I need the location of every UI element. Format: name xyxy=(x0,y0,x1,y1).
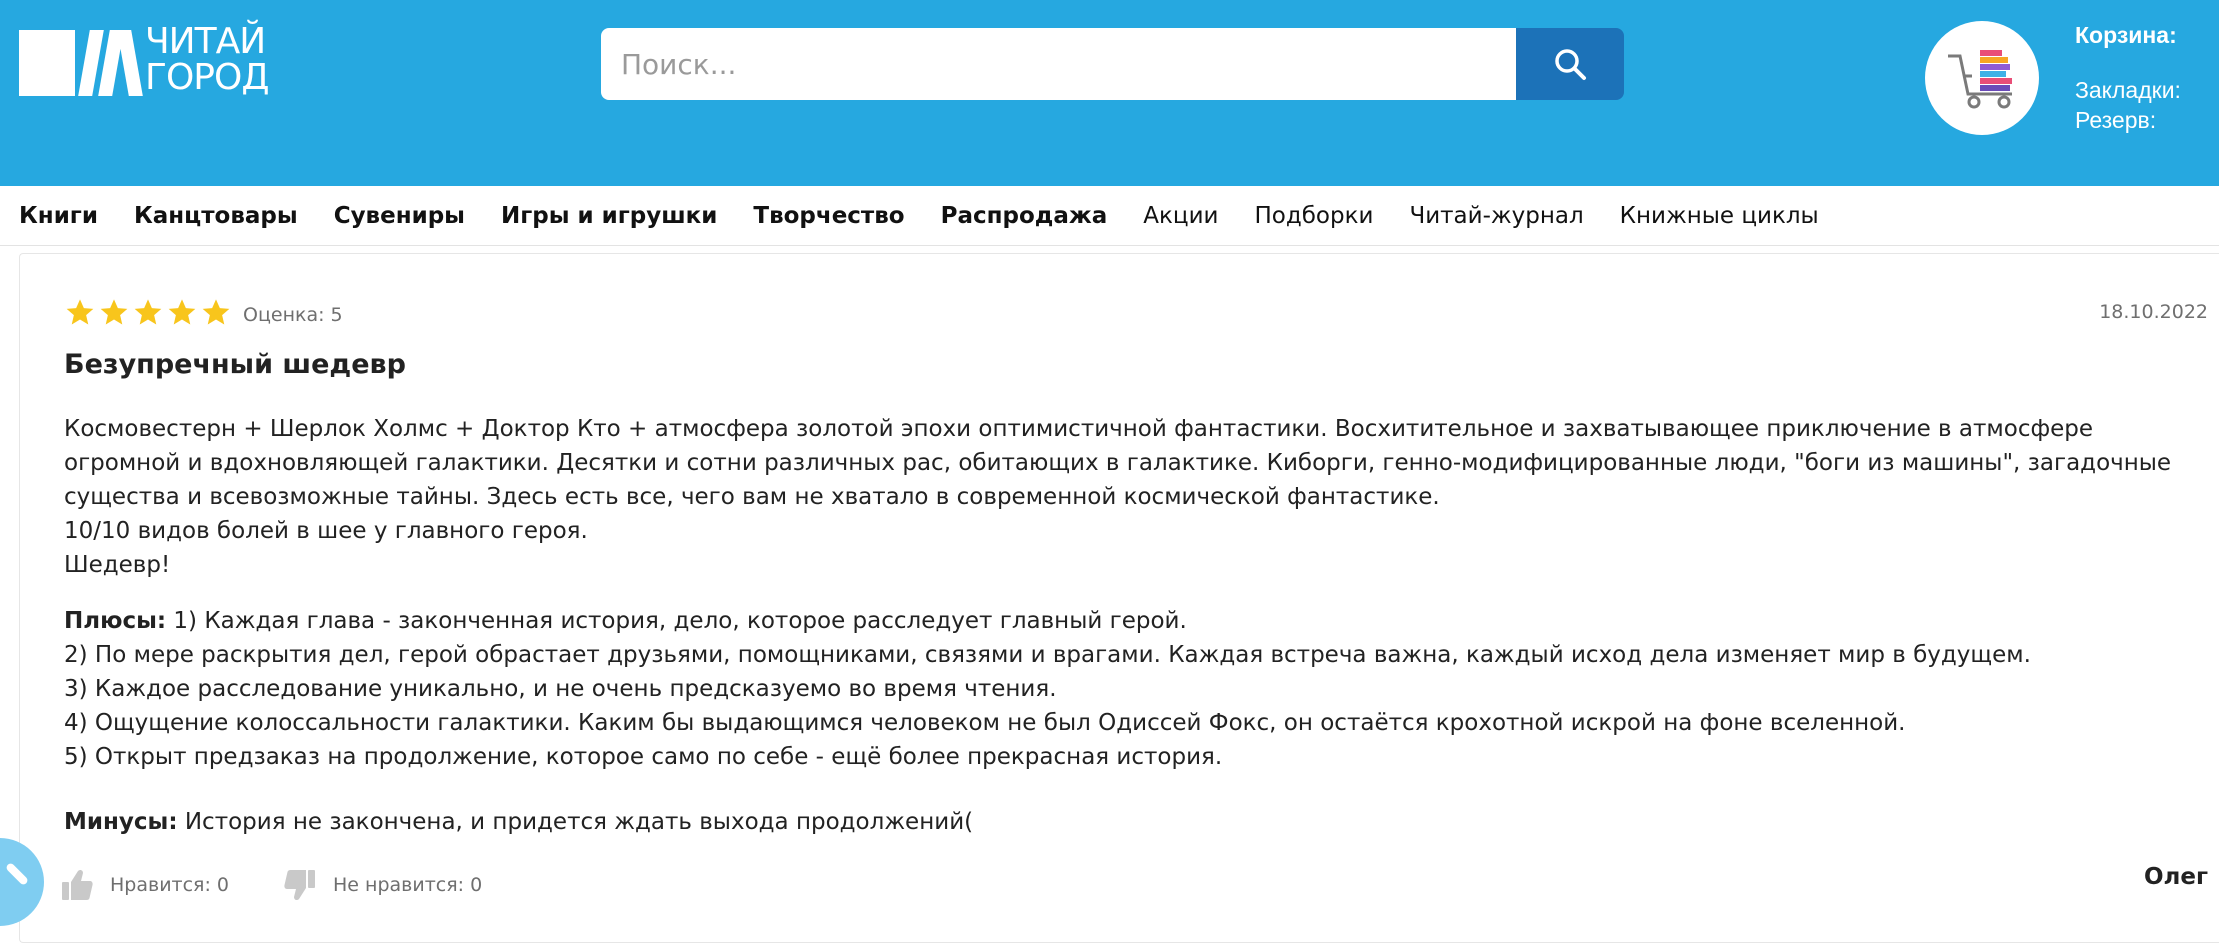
review-author[interactable]: Олег xyxy=(2144,864,2208,890)
pros-item: 4) Ощущение колоссальности галактики. Ка… xyxy=(64,710,1906,736)
review-title: Безупречный шедевр xyxy=(64,349,406,380)
dislikes-count: Не нравится: 0 xyxy=(333,874,483,896)
bookmarks-link[interactable]: Закладки: xyxy=(2075,75,2181,105)
pros-first-line: Плюсы: 1) Каждая глава - законченная ист… xyxy=(64,604,2204,638)
search-input[interactable] xyxy=(601,28,1516,100)
review-pros: Плюсы: 1) Каждая глава - законченная ист… xyxy=(64,604,2204,774)
thumbs-up-icon xyxy=(62,869,93,900)
cons-label: Минусы: xyxy=(64,809,178,835)
nav-item-journal[interactable]: Читай-журнал xyxy=(1409,203,1583,229)
dislike-button[interactable]: Не нравится: 0 xyxy=(283,868,482,902)
nav-item-souvenirs[interactable]: Сувениры xyxy=(334,203,465,229)
nav-item-book-series[interactable]: Книжные циклы xyxy=(1620,203,1819,229)
pros-item: 3) Каждое расследование уникально, и не … xyxy=(64,676,1057,702)
nav-item-books[interactable]: Книги xyxy=(19,203,98,229)
star-icon xyxy=(168,299,196,325)
user-links: Корзина: Закладки: Резерв: xyxy=(2075,22,2181,135)
thumbs-down-icon xyxy=(284,870,315,901)
review-card: Оценка: 5 18.10.2022 Безупречный шедевр … xyxy=(19,253,2219,943)
nav-item-collections[interactable]: Подборки xyxy=(1254,203,1373,229)
star-icon xyxy=(134,299,162,325)
star-icon xyxy=(100,299,128,325)
logo-mark-icon xyxy=(19,20,143,100)
review-body-line: существа и всевозможные тайны. Здесь ест… xyxy=(64,484,1440,510)
site-header: ЧИТАЙ ГОРОД Корзина: Закладки: xyxy=(0,0,2219,186)
cart-link[interactable]: Корзина: xyxy=(2075,22,2181,49)
rating-label: Оценка: 5 xyxy=(243,304,343,326)
site-logo[interactable]: ЧИТАЙ ГОРОД xyxy=(19,20,309,100)
cons-text: История не закончена, и придется ждать в… xyxy=(184,809,974,835)
nav-item-games-toys[interactable]: Игры и игрушки xyxy=(501,203,717,229)
pros-item: 1) Каждая глава - законченная история, д… xyxy=(173,608,1187,634)
like-button[interactable]: Нравится: 0 xyxy=(60,868,229,902)
star-icon xyxy=(202,299,230,325)
cart-icon xyxy=(1948,50,2012,109)
review-date: 18.10.2022 xyxy=(2099,301,2208,323)
likes-count: Нравится: 0 xyxy=(110,874,230,896)
cons-line: Минусы: История не закончена, и придется… xyxy=(64,805,2204,839)
pros-item: 2) По мере раскрытия дел, герой обрастае… xyxy=(64,642,2031,668)
review-body-line: огромной и вдохновляющей галактики. Деся… xyxy=(64,450,2172,476)
logo-text: ЧИТАЙ ГОРОД xyxy=(145,21,269,98)
reserve-link[interactable]: Резерв: xyxy=(2075,105,2181,135)
star-icon xyxy=(66,299,94,325)
review-body: Космовестерн + Шерлок Холмс + Доктор Кто… xyxy=(64,412,2204,582)
review-body-line: Космовестерн + Шерлок Холмс + Доктор Кто… xyxy=(64,416,2094,442)
review-cons: Минусы: История не закончена, и придется… xyxy=(64,805,2204,839)
search-icon xyxy=(1555,49,1586,80)
logo-text-line2: ГОРОД xyxy=(145,57,269,98)
review-body-line: Шедевр! xyxy=(64,552,171,578)
nav-item-creativity[interactable]: Творчество xyxy=(753,203,904,229)
cart-button[interactable] xyxy=(1925,21,2039,135)
rating-stars xyxy=(64,297,232,329)
pros-label: Плюсы: xyxy=(64,608,167,634)
pros-item: 5) Открыт предзаказ на продолжение, кото… xyxy=(64,744,1223,770)
search-bar xyxy=(601,28,1624,100)
nav-item-stationery[interactable]: Канцтовары xyxy=(134,203,298,229)
search-button[interactable] xyxy=(1516,28,1624,100)
review-body-line: 10/10 видов болей в шее у главного героя… xyxy=(64,518,588,544)
logo-text-line1: ЧИТАЙ xyxy=(145,21,266,62)
nav-item-promotions[interactable]: Акции xyxy=(1143,203,1218,229)
main-nav: Книги Канцтовары Сувениры Игры и игрушки… xyxy=(0,186,2219,246)
nav-item-sale[interactable]: Распродажа xyxy=(941,203,1108,229)
